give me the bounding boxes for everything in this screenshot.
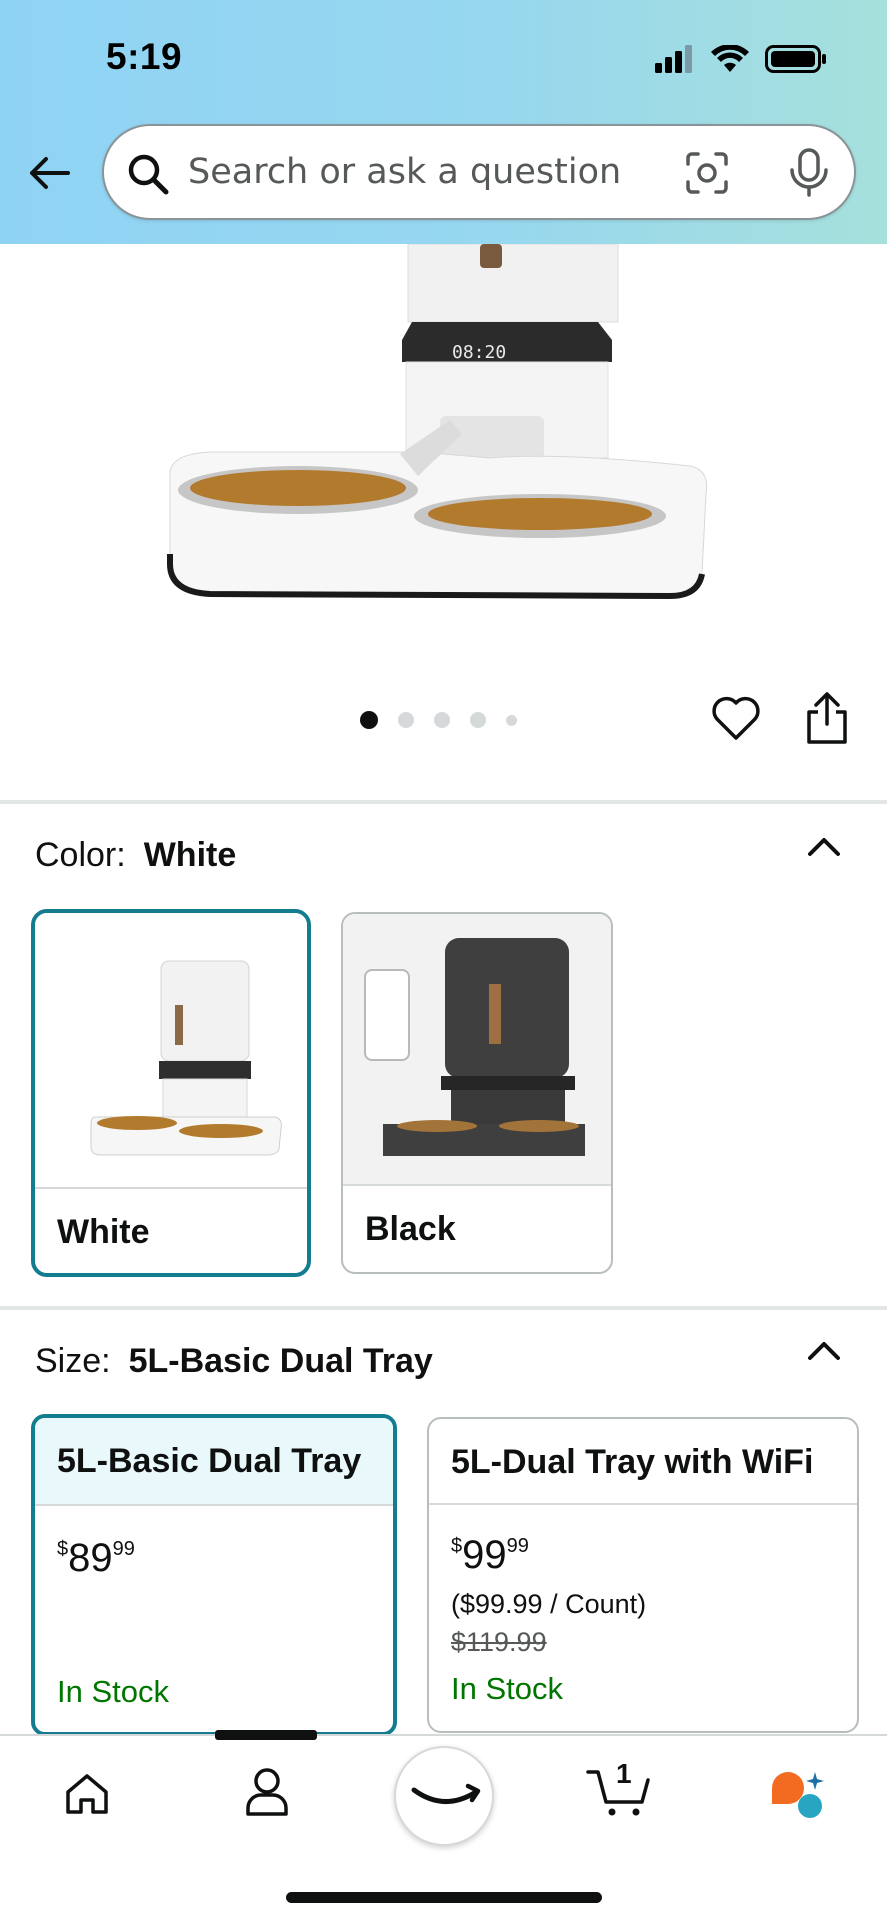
- size-option-basic[interactable]: 5L-Basic Dual Tray $8999 In Stock: [31, 1414, 397, 1736]
- cart-count: 1: [616, 1758, 632, 1789]
- amazon-smile-icon: [411, 1783, 481, 1804]
- app-header: 5:19 Search or ask a question: [0, 0, 887, 244]
- search-input[interactable]: Search or ask a question: [188, 152, 621, 192]
- search-icon: [128, 154, 169, 195]
- swatch-separator: [343, 1184, 611, 1186]
- status-time: 5:19: [106, 36, 183, 77]
- section-divider: [0, 1306, 887, 1310]
- wifi-icon: [711, 45, 749, 72]
- price-fraction: 99: [506, 1535, 529, 1557]
- size-option-title: 5L-Basic Dual Tray: [57, 1442, 362, 1480]
- color-label: Color: White: [35, 836, 236, 875]
- svg-text:08:20: 08:20: [452, 342, 506, 363]
- size-option-price: $8999: [57, 1536, 135, 1581]
- size-option-price: $9999: [451, 1533, 529, 1578]
- carousel-dot[interactable]: [360, 711, 378, 729]
- amazon-logo-button[interactable]: [394, 1746, 494, 1846]
- color-option-white[interactable]: White: [31, 909, 311, 1277]
- status-icons: [655, 44, 827, 74]
- availability-status: In Stock: [451, 1671, 563, 1706]
- microphone-icon[interactable]: [787, 148, 831, 198]
- home-indicator[interactable]: [286, 1892, 602, 1903]
- price-per-unit: ($99.99 / Count): [451, 1589, 647, 1619]
- carousel-dot[interactable]: [470, 712, 486, 728]
- size-option-title: 5L-Dual Tray with WiFi: [451, 1443, 814, 1481]
- signal-icon: [655, 45, 692, 73]
- size-option-header: 5L-Basic Dual Tray: [35, 1418, 393, 1506]
- camera-lens-icon[interactable]: [684, 150, 730, 196]
- black-feeder-thumbnail: [343, 914, 611, 1184]
- price-symbol: $: [57, 1538, 69, 1560]
- color-option-label: Black: [365, 1210, 456, 1248]
- account-icon[interactable]: [244, 1766, 290, 1818]
- section-divider: [0, 800, 887, 804]
- size-label-text: Size:: [35, 1342, 111, 1380]
- rufus-assistant-icon[interactable]: [770, 1770, 826, 1820]
- back-arrow-icon[interactable]: [26, 150, 72, 196]
- availability-status: In Stock: [57, 1674, 169, 1709]
- price-fraction: 99: [112, 1538, 135, 1560]
- image-carousel-dots[interactable]: [360, 711, 517, 729]
- price-symbol: $: [451, 1535, 463, 1557]
- chevron-up-icon[interactable]: [805, 834, 843, 858]
- search-bar[interactable]: Search or ask a question: [102, 124, 856, 220]
- color-selected-value: White: [143, 836, 237, 874]
- price-whole: 89: [68, 1536, 113, 1580]
- battery-icon: [765, 45, 826, 73]
- size-option-header: 5L-Dual Tray with WiFi: [429, 1419, 857, 1505]
- product-image[interactable]: 08:20: [150, 244, 710, 634]
- list-price: $119.99: [451, 1627, 547, 1657]
- white-feeder-thumbnail: [35, 913, 307, 1187]
- home-icon[interactable]: [64, 1772, 110, 1816]
- carousel-dot[interactable]: [434, 712, 450, 728]
- size-option-wifi[interactable]: 5L-Dual Tray with WiFi $9999 ($99.99 / C…: [427, 1417, 859, 1733]
- carousel-dot[interactable]: [506, 714, 517, 726]
- heart-icon[interactable]: [710, 694, 762, 742]
- color-option-black[interactable]: Black: [341, 912, 613, 1274]
- size-label: Size: 5L-Basic Dual Tray: [35, 1342, 433, 1381]
- swatch-separator: [35, 1187, 307, 1189]
- chevron-up-icon[interactable]: [805, 1338, 843, 1362]
- size-selected-value: 5L-Basic Dual Tray: [128, 1342, 433, 1380]
- active-tab-indicator: [215, 1730, 317, 1740]
- color-label-text: Color:: [35, 836, 126, 874]
- color-option-label: White: [57, 1213, 150, 1251]
- carousel-dot[interactable]: [398, 712, 414, 728]
- share-icon[interactable]: [802, 690, 852, 746]
- price-whole: 99: [462, 1533, 507, 1577]
